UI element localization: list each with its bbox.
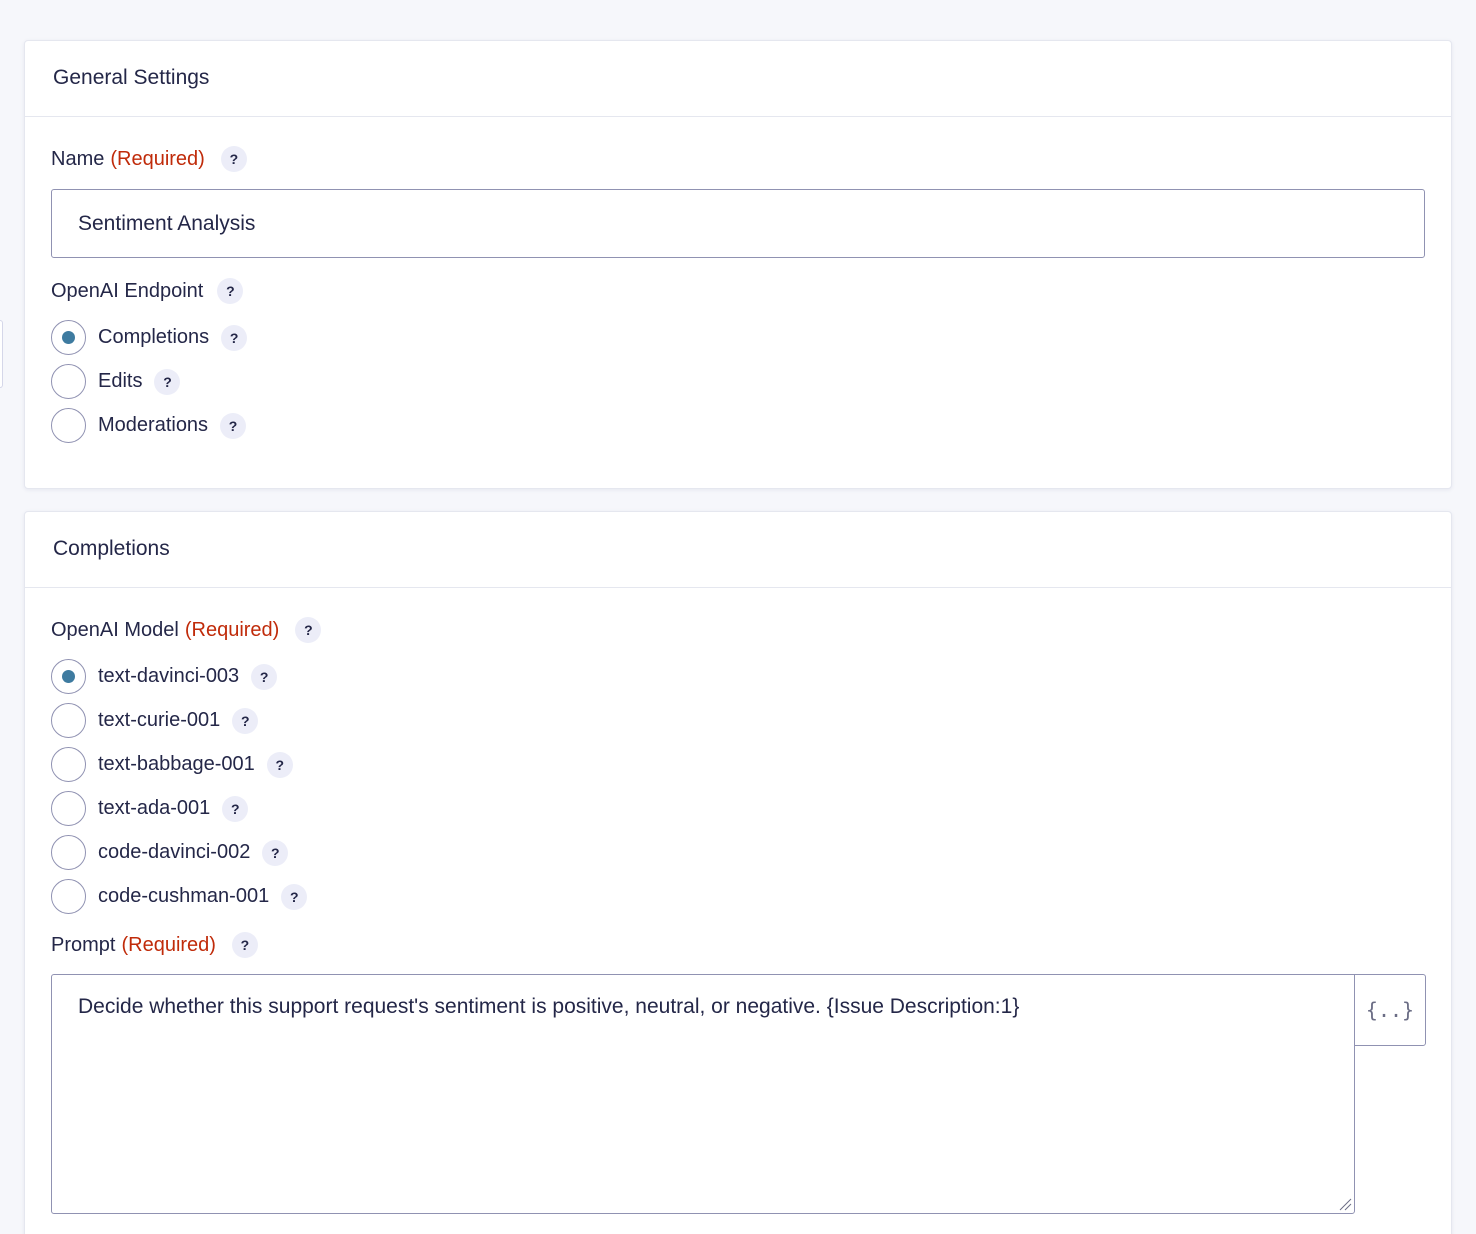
radio-unchecked-icon[interactable] [51,791,86,826]
prompt-help-icon[interactable]: ? [231,932,258,958]
radio-unchecked-icon[interactable] [51,747,86,782]
resize-handle-icon[interactable] [1338,1197,1352,1211]
text-curie-001-help-icon[interactable]: ? [232,707,259,734]
model-option-text-ada-001[interactable]: text-ada-001 ? [51,791,249,826]
model-option-label: text-ada-001 [98,797,211,819]
name-label-text: Name [51,147,105,170]
endpoint-label: OpenAI Endpoint ? [51,278,244,304]
model-label-text: OpenAI Model [51,618,179,641]
merge-tags-icon: {..} [1365,998,1415,1022]
text-ada-001-help-icon[interactable]: ? [222,795,249,822]
endpoint-option-label: Completions [98,326,210,348]
model-option-label: text-davinci-003 [98,665,240,687]
model-option-text-davinci-003[interactable]: text-davinci-003 ? [51,659,278,694]
completions-title: Completions [25,512,1451,588]
model-option-text-curie-001[interactable]: text-curie-001 ? [51,703,259,738]
general-settings-title: General Settings [25,41,1451,117]
text-davinci-003-help-icon[interactable]: ? [251,663,278,690]
endpoint-option-label: Edits [98,370,143,392]
model-option-label: code-cushman-001 [98,885,270,907]
radio-unchecked-icon[interactable] [51,408,86,443]
general-settings-panel: General Settings Name (Required) ? Senti… [24,40,1452,489]
endpoint-label-text: OpenAI Endpoint [51,279,204,302]
radio-unchecked-icon[interactable] [51,364,86,399]
prompt-label: Prompt (Required) ? [51,932,258,958]
code-cushman-001-help-icon[interactable]: ? [281,883,308,910]
endpoint-option-edits[interactable]: Edits ? [51,364,181,399]
moderations-help-icon[interactable]: ? [220,412,247,439]
name-label: Name (Required) ? [51,146,247,172]
prompt-textarea[interactable]: Decide whether this support request's se… [51,974,1355,1214]
name-input-value: Sentiment Analysis [78,211,256,235]
endpoint-option-completions[interactable]: Completions ? [51,320,248,355]
name-input[interactable]: Sentiment Analysis [51,189,1425,258]
radio-unchecked-icon[interactable] [51,703,86,738]
name-required: (Required) [110,147,205,170]
name-help-icon[interactable]: ? [220,146,247,172]
side-panel-handle[interactable] [0,320,3,388]
radio-unchecked-icon[interactable] [51,835,86,870]
prompt-textarea-value: Decide whether this support request's se… [78,995,1020,1018]
prompt-label-text: Prompt [51,933,116,956]
model-option-label: text-curie-001 [98,709,221,731]
endpoint-option-label: Moderations [98,414,209,436]
prompt-required: (Required) [121,933,216,956]
model-required: (Required) [184,618,280,641]
model-label: OpenAI Model (Required) ? [51,617,322,643]
model-option-label: code-davinci-002 [98,841,251,863]
radio-checked-icon[interactable] [51,320,86,355]
model-option-code-davinci-002[interactable]: code-davinci-002 ? [51,835,289,870]
model-option-text-babbage-001[interactable]: text-babbage-001 ? [51,747,293,782]
model-option-label: text-babbage-001 [98,753,255,775]
endpoint-option-moderations[interactable]: Moderations ? [51,408,247,443]
completions-help-icon[interactable]: ? [221,324,248,351]
model-option-code-cushman-001[interactable]: code-cushman-001 ? [51,879,308,914]
merge-tags-button[interactable]: {..} [1354,974,1426,1046]
model-help-icon[interactable]: ? [295,617,322,643]
text-babbage-001-help-icon[interactable]: ? [266,751,293,778]
radio-checked-icon[interactable] [51,659,86,694]
endpoint-help-icon[interactable]: ? [217,278,244,304]
edits-help-icon[interactable]: ? [154,368,181,395]
completions-panel: Completions OpenAI Model (Required) ? te… [24,511,1452,1234]
radio-unchecked-icon[interactable] [51,879,86,914]
code-davinci-002-help-icon[interactable]: ? [262,839,289,866]
